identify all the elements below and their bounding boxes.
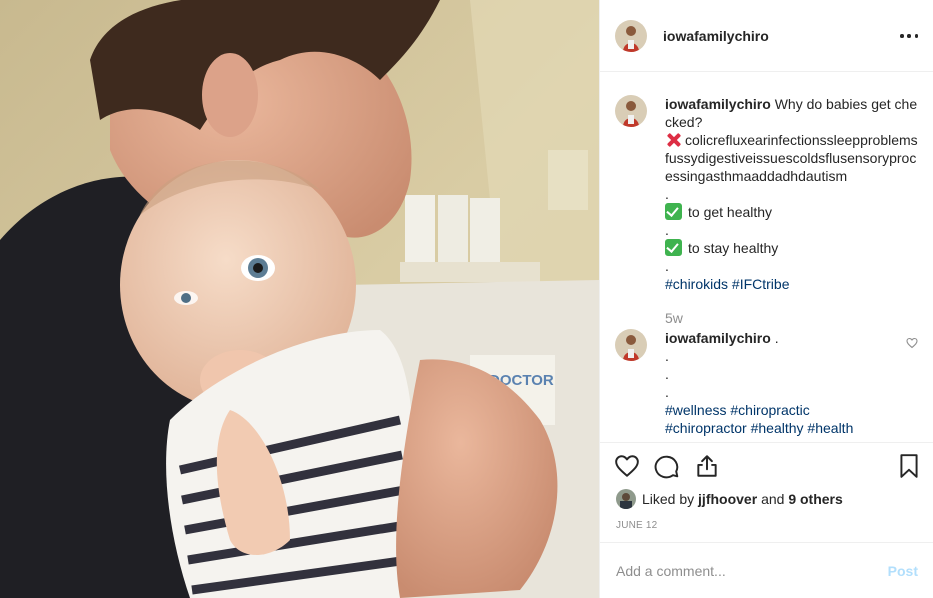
comment-body: iowafamilychiro . . . . #wellness #chiro… [665,329,918,437]
cross-mark-icon [665,132,682,148]
comment-text: . [774,330,779,346]
comment-username[interactable]: iowafamilychiro [665,330,771,346]
comment-dot: . [665,366,669,382]
check-mark-icon [665,203,682,220]
hashtag-link[interactable]: #chiropractor [665,420,747,436]
avatar-image [616,489,636,509]
photo-illustration: DOCTOR [0,0,599,598]
comment-item: iowafamilychiro . . . . #wellness #chiro… [615,329,918,437]
more-options-icon[interactable] [900,26,918,46]
caption: iowafamilychiro Why do babies get checke… [615,95,918,327]
hashtag-link[interactable]: #chiropractic [730,402,809,418]
hashtag-link[interactable]: #IFCtribe [732,276,790,292]
likes-others-link[interactable]: 9 others [788,491,842,507]
bookmark-icon[interactable] [896,453,924,481]
heart-icon [906,337,918,349]
avatar-image [615,95,647,127]
actions-section [600,442,933,479]
caption-dot: . [665,258,669,274]
caption-username[interactable]: iowafamilychiro [665,96,771,112]
hashtag-link[interactable]: #health [807,420,853,436]
post-date[interactable]: JUNE 12 [616,520,657,531]
share-icon[interactable] [694,453,722,481]
instagram-post: DOCTOR iowafamilychiro iowafamilychiro W… [0,0,933,598]
post-header: iowafamilychiro [600,0,933,72]
comments-list[interactable]: iowafamilychiro Why do babies get checke… [600,73,933,441]
post-photo[interactable]: DOCTOR [0,0,599,598]
more-dot [907,34,911,38]
action-bar [600,453,933,485]
caption-timestamp[interactable]: 5w [665,309,918,327]
caption-body: iowafamilychiro Why do babies get checke… [665,95,918,327]
caption-get-healthy: to get healthy [688,204,773,220]
hashtag-link[interactable]: #chirokids [665,276,728,292]
comment-like-icon[interactable] [906,337,918,349]
likes-and: and [761,491,785,507]
comment-dot: . [665,384,669,400]
more-dot [900,34,904,38]
hashtag-link[interactable]: #wellness [665,402,726,418]
hashtag-link[interactable]: #healthy [751,420,804,436]
liker-username[interactable]: jjfhoover [698,491,757,507]
add-comment-bar: Post [600,542,933,598]
caption-avatar[interactable] [615,95,647,127]
author-avatar[interactable] [615,19,647,52]
liker-avatar[interactable] [616,489,636,509]
caption-dot: . [665,186,669,202]
avatar-image [615,19,647,52]
comment-dot: . [665,348,669,364]
comment-icon[interactable] [654,453,682,481]
avatar-image [615,329,647,361]
comment-input[interactable] [616,562,888,579]
check-mark-icon [665,239,682,256]
comment-avatar[interactable] [615,329,647,361]
likes-prefix: Liked by [642,491,695,507]
likes-summary: Liked by jjfhoover and 9 others [616,489,843,509]
post-side-panel: iowafamilychiro iowafamilychiro Why do b… [599,0,933,598]
caption-conditions: colicrefluxearinfectionssleepproblemsfus… [665,132,918,184]
more-dot [914,34,918,38]
author-username[interactable]: iowafamilychiro [663,28,769,44]
caption-stay-healthy: to stay healthy [688,240,779,256]
heart-icon[interactable] [614,453,642,481]
post-comment-button[interactable]: Post [888,563,918,579]
caption-dot: . [665,222,669,238]
